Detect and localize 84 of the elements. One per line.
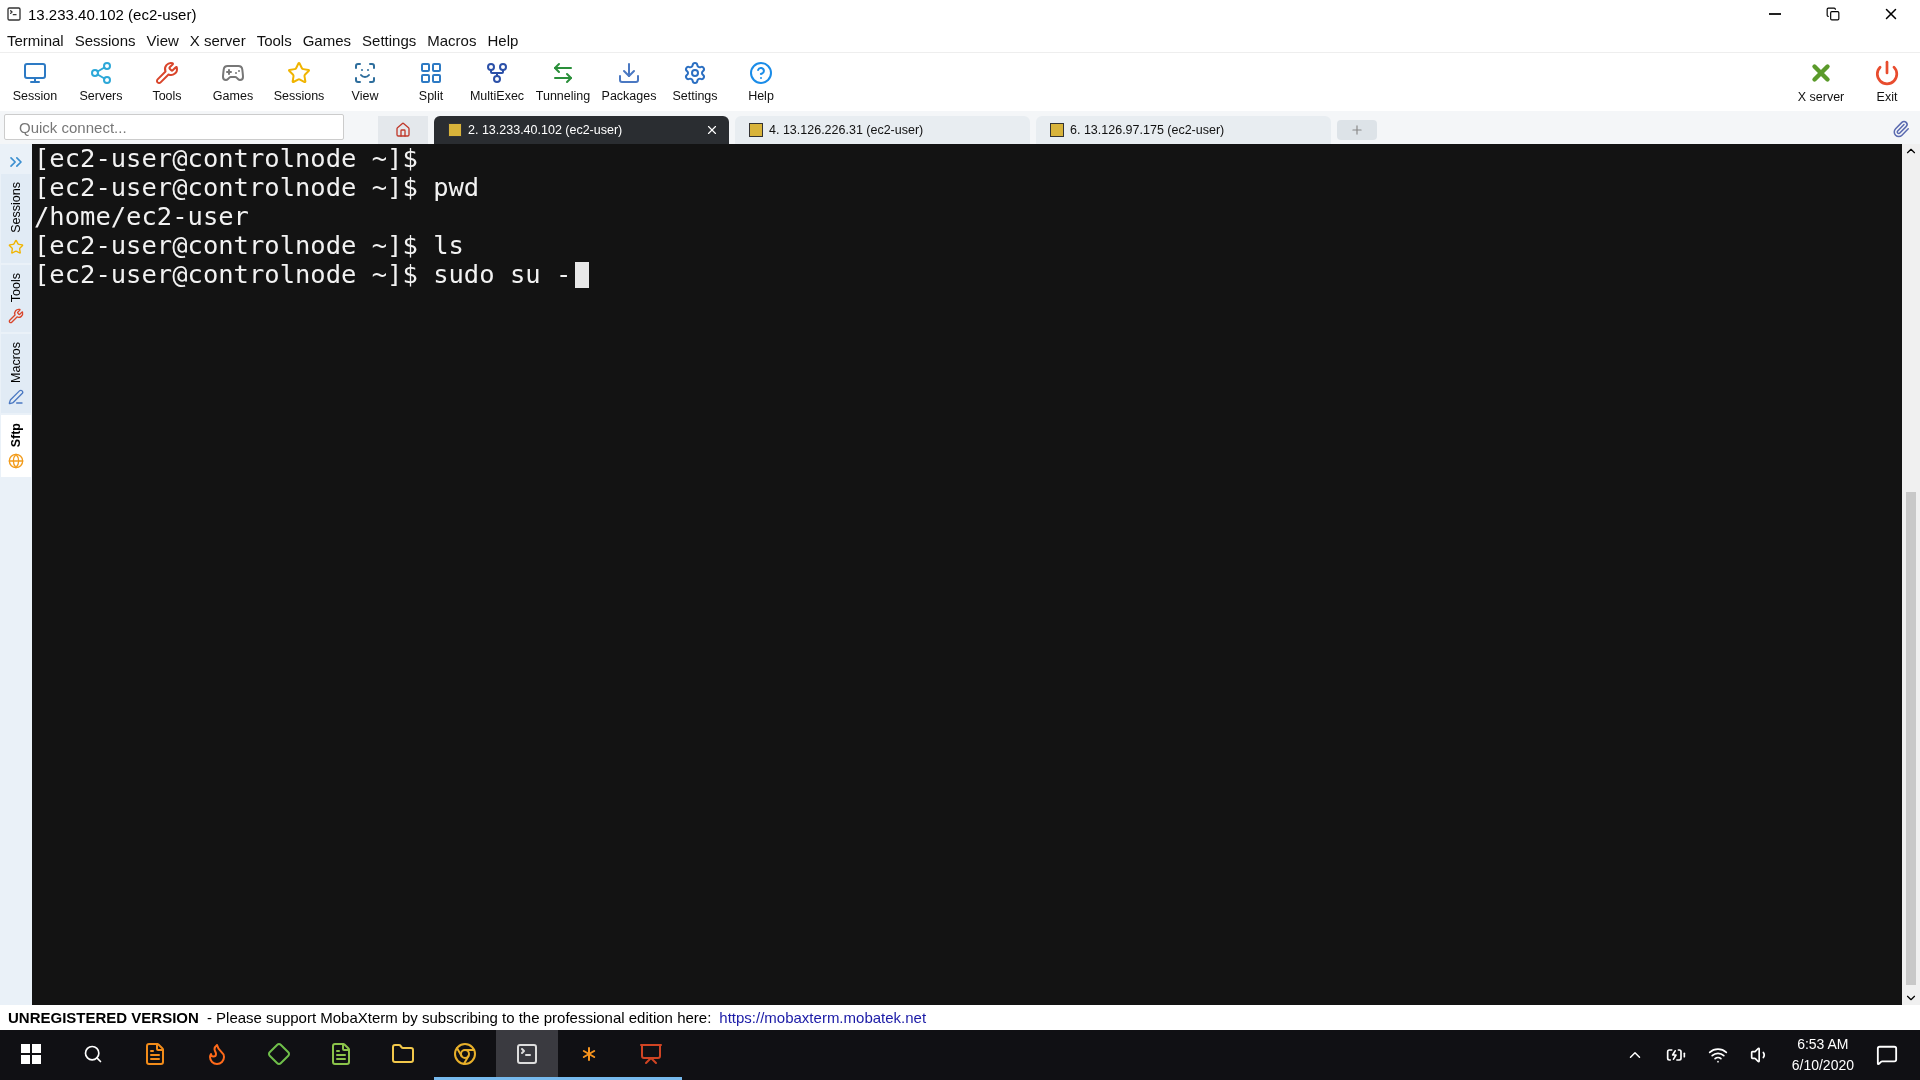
menu-item[interactable]: Macros — [422, 31, 483, 49]
side-tab[interactable]: Tools — [1, 264, 31, 332]
grid-icon — [419, 61, 443, 85]
terminal-line: [ec2-user@controlnode ~]$ sudo su - — [34, 260, 1902, 289]
wifi-icon[interactable] — [1707, 1045, 1728, 1065]
monitor-icon — [23, 61, 47, 85]
pen-icon — [8, 388, 24, 405]
terminal-line: /home/ec2-user — [34, 202, 250, 231]
key-icon — [749, 123, 763, 137]
toolbar-button[interactable]: MultiExec — [464, 55, 530, 109]
terminal-line: [ec2-user@controlnode ~]$ pwd — [34, 173, 481, 202]
slides-icon — [639, 1041, 663, 1066]
help-icon — [749, 61, 773, 85]
session-tab[interactable]: 4. 13.126.226.31 (ec2-user) — [735, 116, 1030, 144]
plus-icon — [1350, 123, 1364, 137]
side-tab[interactable]: Sftp — [1, 414, 31, 478]
close-tab-icon[interactable] — [705, 123, 719, 137]
menu-item[interactable]: Sessions — [69, 31, 142, 49]
support-message: - Please support MobaXterm by subscribing to the professional edition here: — [206, 1009, 712, 1026]
menu-item[interactable]: Terminal — [2, 31, 70, 49]
version-label: UNREGISTERED VERSION — [8, 1009, 199, 1026]
session-tab[interactable]: 2. 13.233.40.102 (ec2-user) — [434, 116, 729, 144]
tab-label: 4. 13.126.226.31 (ec2-user) — [769, 123, 924, 137]
terminal-icon — [515, 1041, 539, 1066]
diamond-icon — [267, 1041, 291, 1066]
toolbar-button[interactable]: Exit — [1854, 55, 1920, 109]
minimize-icon — [1769, 13, 1781, 15]
star-icon — [8, 238, 24, 255]
windows-icon — [21, 1043, 41, 1064]
side-tab[interactable]: Macros — [1, 333, 31, 413]
side-tab[interactable]: Sessions — [1, 174, 31, 263]
website-link[interactable]: https://mobaxterm.mobatek.net — [719, 1009, 927, 1026]
toolbar-button[interactable]: View — [332, 55, 398, 109]
tab-label: 2. 13.233.40.102 (ec2-user) — [468, 123, 623, 137]
toolbar-button[interactable]: Servers — [68, 55, 134, 109]
search-icon — [83, 1043, 103, 1064]
fork-icon — [485, 61, 509, 85]
power-icon — [1874, 60, 1900, 86]
key-icon — [1050, 123, 1064, 137]
session-tab[interactable]: 6. 13.126.97.175 (ec2-user) — [1036, 116, 1331, 144]
menu-item[interactable]: Settings — [357, 31, 423, 49]
paperclip-icon[interactable] — [1892, 120, 1910, 138]
restore-icon — [1826, 7, 1840, 21]
toolbar-button[interactable]: Games — [200, 55, 266, 109]
notification-icon[interactable] — [1876, 1044, 1898, 1066]
notepad-icon — [329, 1041, 353, 1066]
clock-time: 6:53 AM — [1797, 1035, 1849, 1054]
home-tab[interactable] — [378, 116, 428, 144]
browser-icon — [453, 1041, 477, 1066]
document-icon — [143, 1041, 167, 1066]
terminal-line: [ec2-user@controlnode ~]$ — [34, 144, 419, 173]
network-icon — [89, 61, 113, 85]
wrench-icon — [155, 61, 179, 85]
toolbar-button[interactable]: Split — [398, 55, 464, 109]
window-title: 13.233.40.102 (ec2-user) — [28, 5, 197, 23]
tab-label: 6. 13.126.97.175 (ec2-user) — [1070, 123, 1225, 137]
toolbar-button[interactable]: Help — [728, 55, 794, 109]
toolbar-button[interactable]: Packages — [596, 55, 662, 109]
app-icon — [6, 6, 22, 22]
face-icon — [353, 61, 377, 85]
toolbar-button[interactable]: Sessions — [266, 55, 332, 109]
menu-item[interactable]: Tools — [251, 31, 298, 49]
menu-item[interactable]: Help — [482, 31, 525, 49]
star-icon — [287, 61, 311, 85]
arrows-icon — [551, 61, 575, 85]
menu-item[interactable]: Games — [297, 31, 358, 49]
toolbar-button[interactable]: Session — [2, 55, 68, 109]
clock-date: 6/10/2020 — [1791, 1056, 1854, 1075]
scrollbar[interactable] — [1902, 144, 1920, 1005]
home-icon — [395, 122, 411, 138]
wrench-icon — [8, 307, 24, 324]
quick-connect-field[interactable]: Quick connect... — [4, 114, 344, 140]
terminal-line: [ec2-user@controlnode ~]$ ls — [34, 231, 465, 260]
globe-icon — [8, 453, 24, 470]
key-icon — [448, 123, 462, 137]
toolbar-button[interactable]: X server — [1788, 55, 1854, 109]
folder-icon — [391, 1041, 415, 1066]
download-icon — [617, 61, 641, 85]
toolbar-button[interactable]: Tunneling — [530, 55, 596, 109]
toolbar-button[interactable]: Settings — [662, 55, 728, 109]
menu-item[interactable]: X server — [184, 31, 252, 49]
menu-item[interactable]: View — [141, 31, 185, 49]
taskbar-app[interactable] — [496, 1030, 558, 1080]
toolbar-button[interactable]: Tools — [134, 55, 200, 109]
